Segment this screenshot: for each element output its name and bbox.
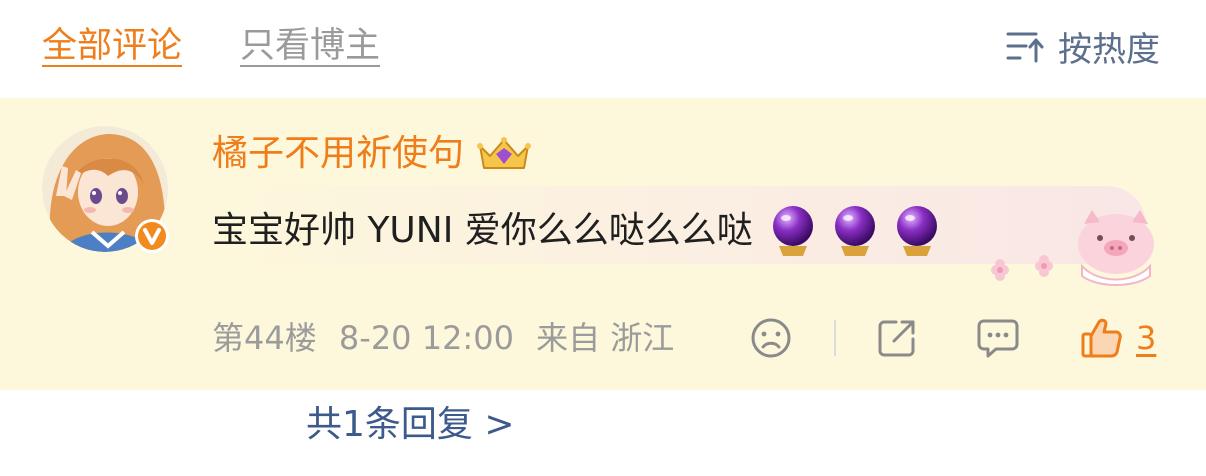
floor-number: 第44楼 [212,319,317,357]
sort-label: 按热度 [1058,29,1160,70]
verified-v-icon [135,219,169,253]
like-button[interactable]: 3 [1080,316,1156,360]
comment-meta: 第44楼 8-20 12:00 来自 浙江 [212,316,674,360]
sort-by-hot-button[interactable]: 按热度 [1006,24,1160,70]
action-divider [834,320,836,356]
crystal-ball-icon [896,206,937,256]
crystal-ball-icon [834,206,875,256]
thumbs-up-icon [1081,318,1122,358]
comment-content: 宝宝好帅 YUNI 爱你么么哒么么哒 [212,204,941,258]
tab-blogger-only[interactable]: 只看博主 [240,24,380,68]
comment-tabs: 全部评论 只看博主 按热度 [0,0,1206,98]
tab-all-comments[interactable]: 全部评论 [42,24,182,68]
like-count: 3 [1136,319,1157,357]
comment-location: 来自 浙江 [536,319,675,357]
comment-bubble-icon [977,319,1019,358]
comment-text: 宝宝好帅 YUNI 爱你么么哒么么哒 [212,210,753,251]
view-replies-link[interactable]: 共1条回复 > [306,402,515,448]
share-button[interactable] [876,316,918,360]
comment-page: 全部评论 只看博主 按热度 橘子不用祈使句 宝宝好帅 YUNI 爱你么么哒么么哒… [0,0,1206,476]
comment-item: 橘子不用祈使句 宝宝好帅 YUNI 爱你么么哒么么哒 第44楼 8-20 12:… [0,98,1206,390]
avatar[interactable] [42,126,169,253]
dislike-button[interactable] [750,316,792,360]
crown-icon [477,137,532,169]
crystal-ball-icon [772,206,813,256]
comment-time: 8-20 12:00 [338,319,514,357]
comment-username[interactable]: 橘子不用祈使句 [212,132,532,176]
flower-decoration-icon [991,255,1053,281]
sort-icon [1006,32,1044,63]
share-icon [878,320,915,357]
emoji-group [769,204,941,258]
username-text: 橘子不用祈使句 [212,133,465,174]
reply-button[interactable] [976,316,1020,360]
pig-sticker-icon [1078,210,1154,286]
sad-face-icon [751,318,791,358]
